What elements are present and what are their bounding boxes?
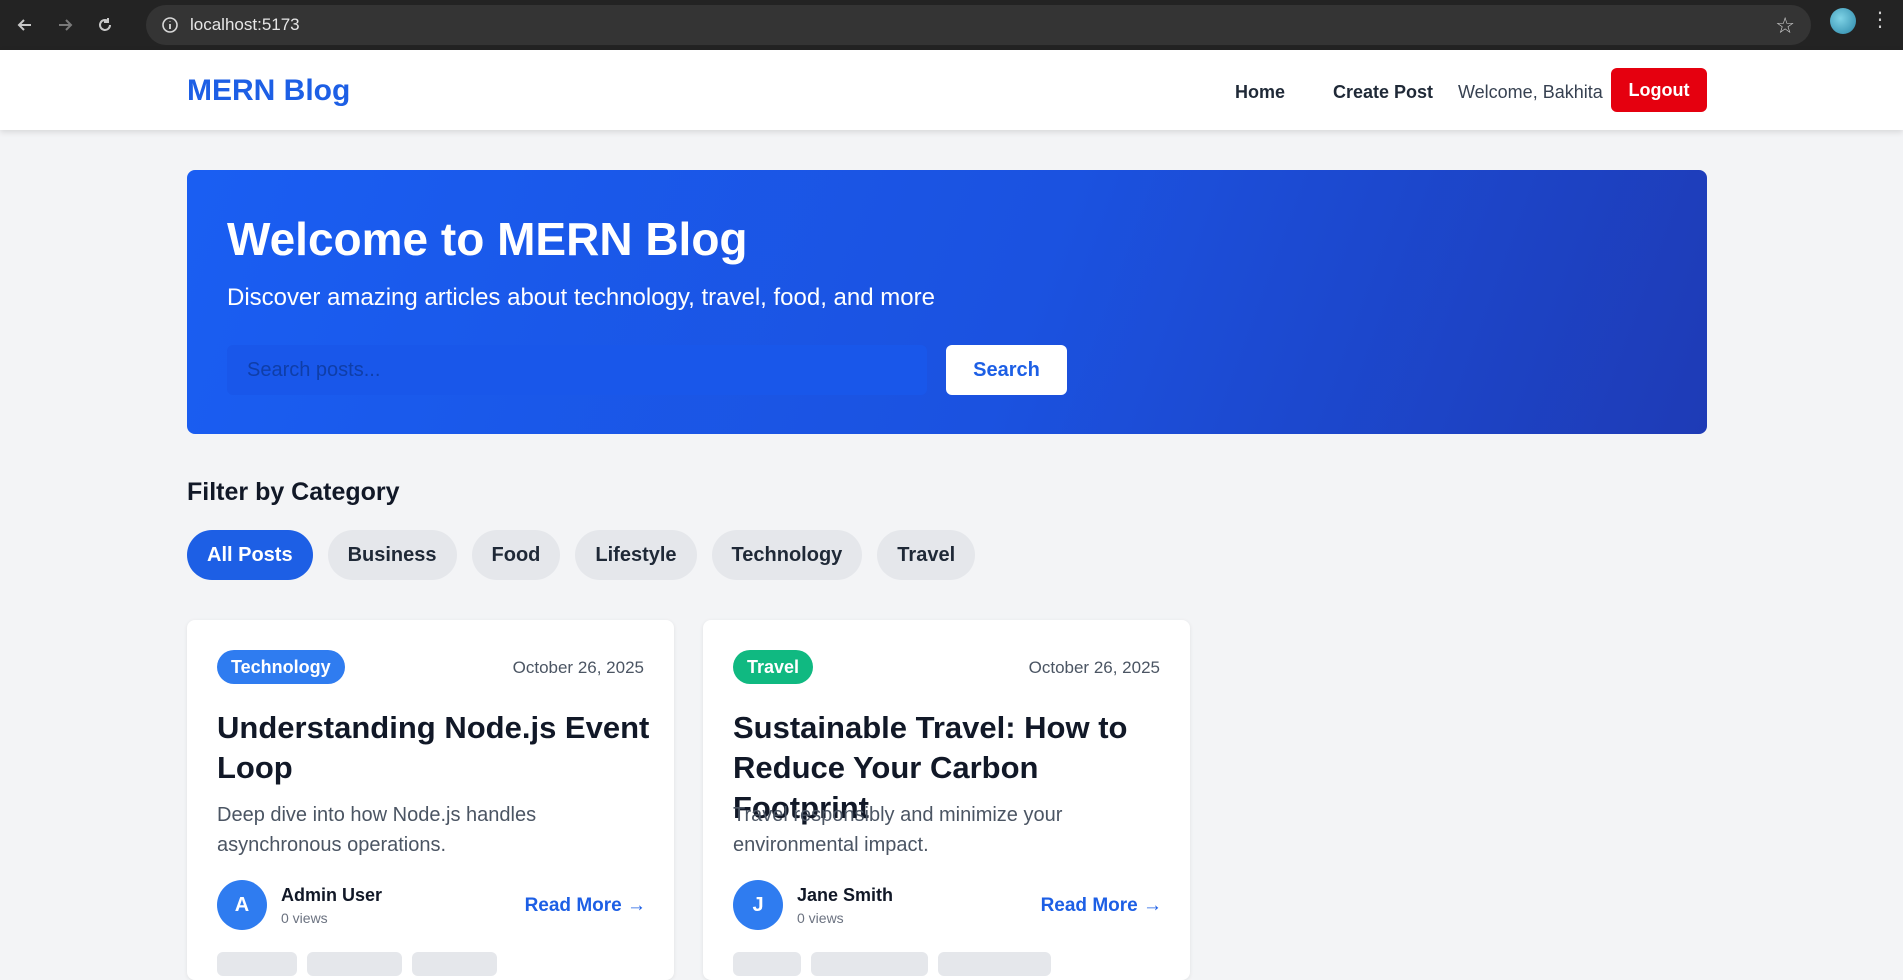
url-text[interactable]: localhost:5173 (190, 15, 300, 35)
search-button[interactable]: Search (946, 345, 1067, 395)
app-navbar: MERN Blog Home Create Post Welcome, Bakh… (0, 50, 1903, 130)
author-name: Admin User (281, 885, 383, 905)
author-avatar: J (733, 880, 783, 930)
author-name: Jane Smith (797, 885, 894, 905)
post-card[interactable]: Travel October 26, 2025 Sustainable Trav… (703, 620, 1190, 980)
info-icon[interactable] (160, 15, 180, 35)
post-date: October 26, 2025 (512, 658, 644, 677)
category-chip-food[interactable]: Food (471, 530, 561, 580)
category-chip-all-posts[interactable]: All Posts (187, 530, 313, 580)
hero-title: Welcome to MERN Blog (227, 213, 748, 265)
hero-banner: Welcome to MERN Blog Discover amazing ar… (187, 170, 1707, 434)
nav-create-post-link[interactable]: Create Post (1333, 82, 1433, 103)
forward-arrow-icon[interactable] (50, 10, 80, 40)
more-vert-icon[interactable]: ⋮ (1870, 10, 1890, 30)
hero-subtitle: Discover amazing articles about technolo… (227, 284, 935, 311)
category-badge[interactable]: Travel (733, 650, 814, 684)
category-badge[interactable]: Technology (217, 650, 345, 684)
tag-chip[interactable] (217, 952, 297, 976)
back-arrow-icon[interactable] (10, 10, 40, 40)
category-chip-lifestyle[interactable]: Lifestyle (575, 530, 697, 580)
read-more-link[interactable]: Read More → (525, 895, 646, 917)
search-input[interactable] (227, 345, 927, 395)
post-date: October 26, 2025 (1028, 658, 1160, 677)
category-chip-travel[interactable]: Travel (877, 530, 976, 580)
browser-toolbar: localhost:5173 ☆ ⋮ (0, 0, 1903, 50)
welcome-text: Welcome, Bakhita (1458, 82, 1603, 102)
nav-home-link[interactable]: Home (1235, 82, 1285, 103)
filter-title: Filter by Category (187, 478, 400, 506)
tag-chip[interactable] (307, 952, 402, 976)
category-filter-list: All Posts Business Food Lifestyle Techno… (187, 530, 976, 580)
author-avatar: A (217, 880, 267, 930)
read-more-link[interactable]: Read More → (1041, 895, 1162, 917)
view-count: 0 views (797, 910, 844, 926)
tag-chip[interactable] (733, 952, 801, 976)
tag-chip[interactable] (811, 952, 928, 976)
profile-avatar-icon[interactable] (1830, 8, 1856, 34)
star-icon[interactable]: ☆ (1775, 13, 1795, 39)
tag-chip[interactable] (412, 952, 497, 976)
post-excerpt: Deep dive into how Node.js handles async… (217, 804, 537, 856)
tag-list (733, 952, 1051, 976)
logout-button[interactable]: Logout (1611, 68, 1707, 112)
reload-icon[interactable] (90, 10, 120, 40)
view-count: 0 views (281, 910, 328, 926)
post-title[interactable]: Understanding Node.js Event Loop (217, 708, 657, 788)
post-card[interactable]: Technology October 26, 2025 Understandin… (187, 620, 674, 980)
tag-chip[interactable] (938, 952, 1051, 976)
category-chip-technology[interactable]: Technology (711, 530, 863, 580)
tag-list (217, 952, 497, 976)
post-excerpt: Travel responsibly and minimize your env… (733, 804, 1063, 856)
address-bar[interactable]: localhost:5173 ☆ (146, 5, 1811, 45)
brand-logo[interactable]: MERN Blog (187, 74, 350, 108)
category-chip-business[interactable]: Business (327, 530, 457, 580)
